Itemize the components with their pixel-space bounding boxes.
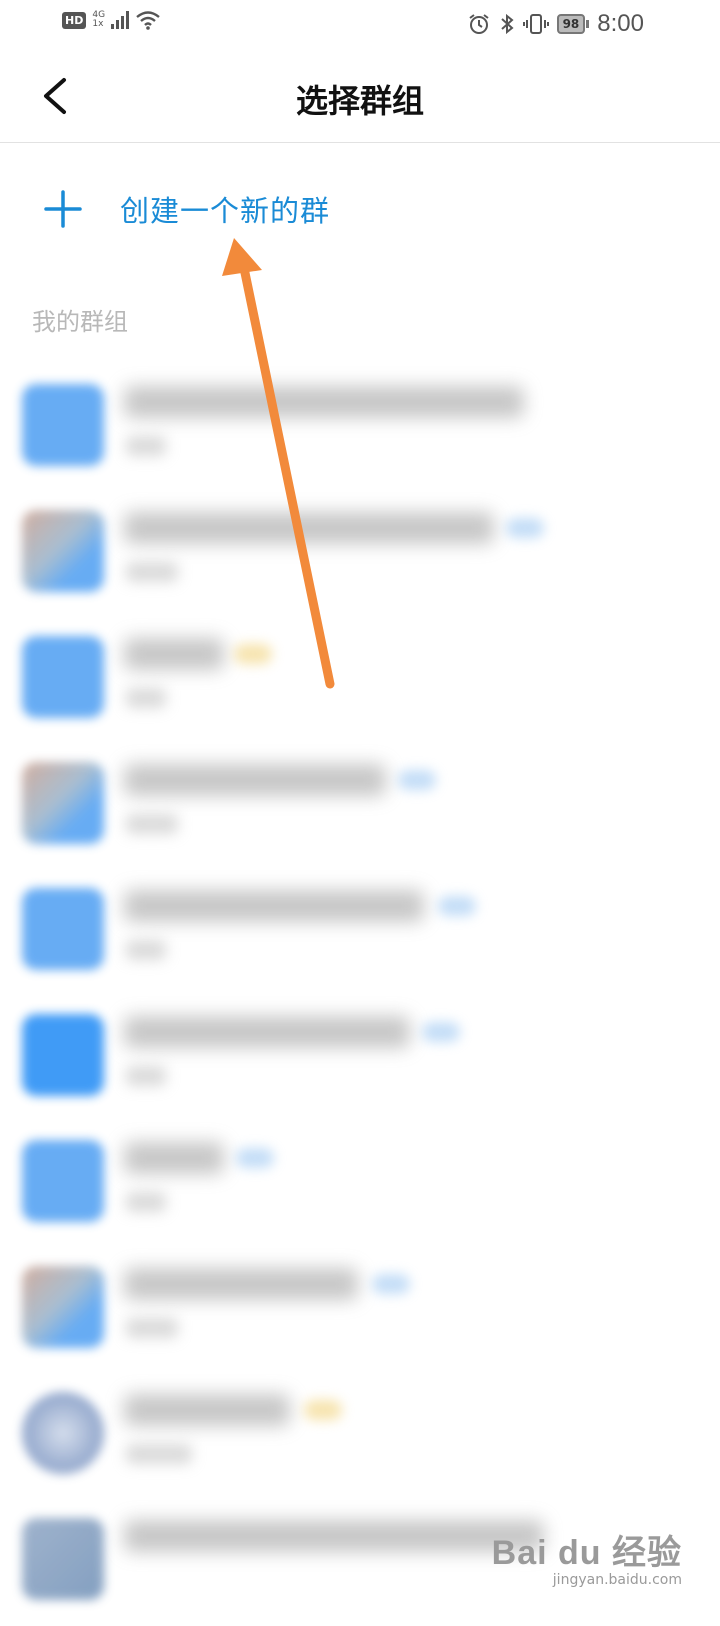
list-item[interactable] bbox=[0, 1122, 720, 1248]
list-item[interactable] bbox=[0, 492, 720, 618]
battery-icon: 98 bbox=[556, 14, 586, 34]
group-avatar bbox=[22, 1014, 104, 1096]
list-item[interactable] bbox=[0, 744, 720, 870]
blurred-group-name bbox=[124, 1520, 544, 1552]
blurred-member-count bbox=[126, 940, 166, 960]
group-avatar bbox=[22, 510, 104, 592]
blurred-group-name bbox=[124, 1268, 358, 1300]
group-list bbox=[0, 366, 720, 1626]
blurred-tag bbox=[234, 644, 272, 664]
blurred-member-count bbox=[126, 562, 178, 582]
blurred-tag bbox=[304, 1400, 342, 1420]
blurred-member-count bbox=[126, 688, 166, 708]
blurred-group-name bbox=[124, 512, 494, 544]
status-right: 98 8:00 bbox=[467, 10, 644, 38]
blurred-group-name bbox=[124, 764, 386, 796]
blurred-group-name bbox=[124, 1394, 290, 1426]
blurred-member-count bbox=[126, 1444, 192, 1464]
group-avatar bbox=[22, 1518, 104, 1600]
alarm-icon bbox=[468, 14, 489, 34]
page-title: 选择群组 bbox=[295, 82, 424, 120]
list-item[interactable] bbox=[0, 366, 720, 492]
status-bar: HD 4G 1x 98 8:00 bbox=[0, 0, 720, 48]
bluetooth-icon bbox=[500, 13, 514, 35]
blurred-member-count bbox=[126, 1318, 178, 1338]
group-avatar bbox=[22, 762, 104, 844]
status-left: HD 4G 1x bbox=[62, 10, 161, 30]
blurred-tag bbox=[438, 896, 476, 916]
blurred-group-name bbox=[124, 638, 224, 670]
list-item[interactable] bbox=[0, 870, 720, 996]
watermark-logo: Bai du 经验 bbox=[491, 1534, 682, 1572]
status-time: 8:00 bbox=[597, 10, 644, 37]
wifi-icon bbox=[136, 11, 160, 30]
blurred-tag bbox=[372, 1274, 410, 1294]
network-type: 4G 1x bbox=[92, 11, 105, 29]
list-item[interactable] bbox=[0, 1374, 720, 1500]
blurred-member-count bbox=[126, 814, 178, 834]
blurred-group-name bbox=[124, 386, 524, 418]
list-item[interactable] bbox=[0, 1248, 720, 1374]
blurred-tag bbox=[398, 770, 436, 790]
blurred-tag bbox=[422, 1022, 460, 1042]
blurred-group-name bbox=[124, 890, 424, 922]
group-avatar bbox=[22, 1392, 104, 1474]
blurred-group-name bbox=[124, 1016, 410, 1048]
group-avatar bbox=[22, 636, 104, 718]
vibrate-icon bbox=[522, 14, 549, 34]
blurred-member-count bbox=[126, 1192, 166, 1212]
battery-tip bbox=[586, 20, 590, 28]
group-avatar bbox=[22, 384, 104, 466]
watermark-url: jingyan.baidu.com bbox=[552, 1572, 682, 1588]
group-avatar bbox=[22, 888, 104, 970]
list-item[interactable] bbox=[0, 618, 720, 744]
blurred-tag bbox=[236, 1148, 274, 1168]
blurred-group-name bbox=[124, 1142, 224, 1174]
blurred-member-count bbox=[126, 1066, 166, 1086]
top-bar: 选择群组 bbox=[0, 48, 720, 143]
group-avatar bbox=[22, 1266, 104, 1348]
network-sub-label: 1x bbox=[92, 19, 104, 29]
signal-icon bbox=[111, 11, 130, 29]
blurred-tag bbox=[506, 518, 544, 538]
create-group-label: 创建一个新的群 bbox=[120, 194, 331, 228]
create-group-button[interactable]: 创建一个新的群 bbox=[0, 160, 720, 260]
blurred-member-count bbox=[126, 436, 166, 456]
hd-badge: HD bbox=[62, 11, 87, 29]
watermark: Bai du 经验 jingyan.baidu.com bbox=[492, 1525, 682, 1588]
list-item[interactable] bbox=[0, 996, 720, 1122]
plus-icon bbox=[44, 190, 82, 228]
section-label: 我的群组 bbox=[32, 308, 128, 336]
group-avatar bbox=[22, 1140, 104, 1222]
